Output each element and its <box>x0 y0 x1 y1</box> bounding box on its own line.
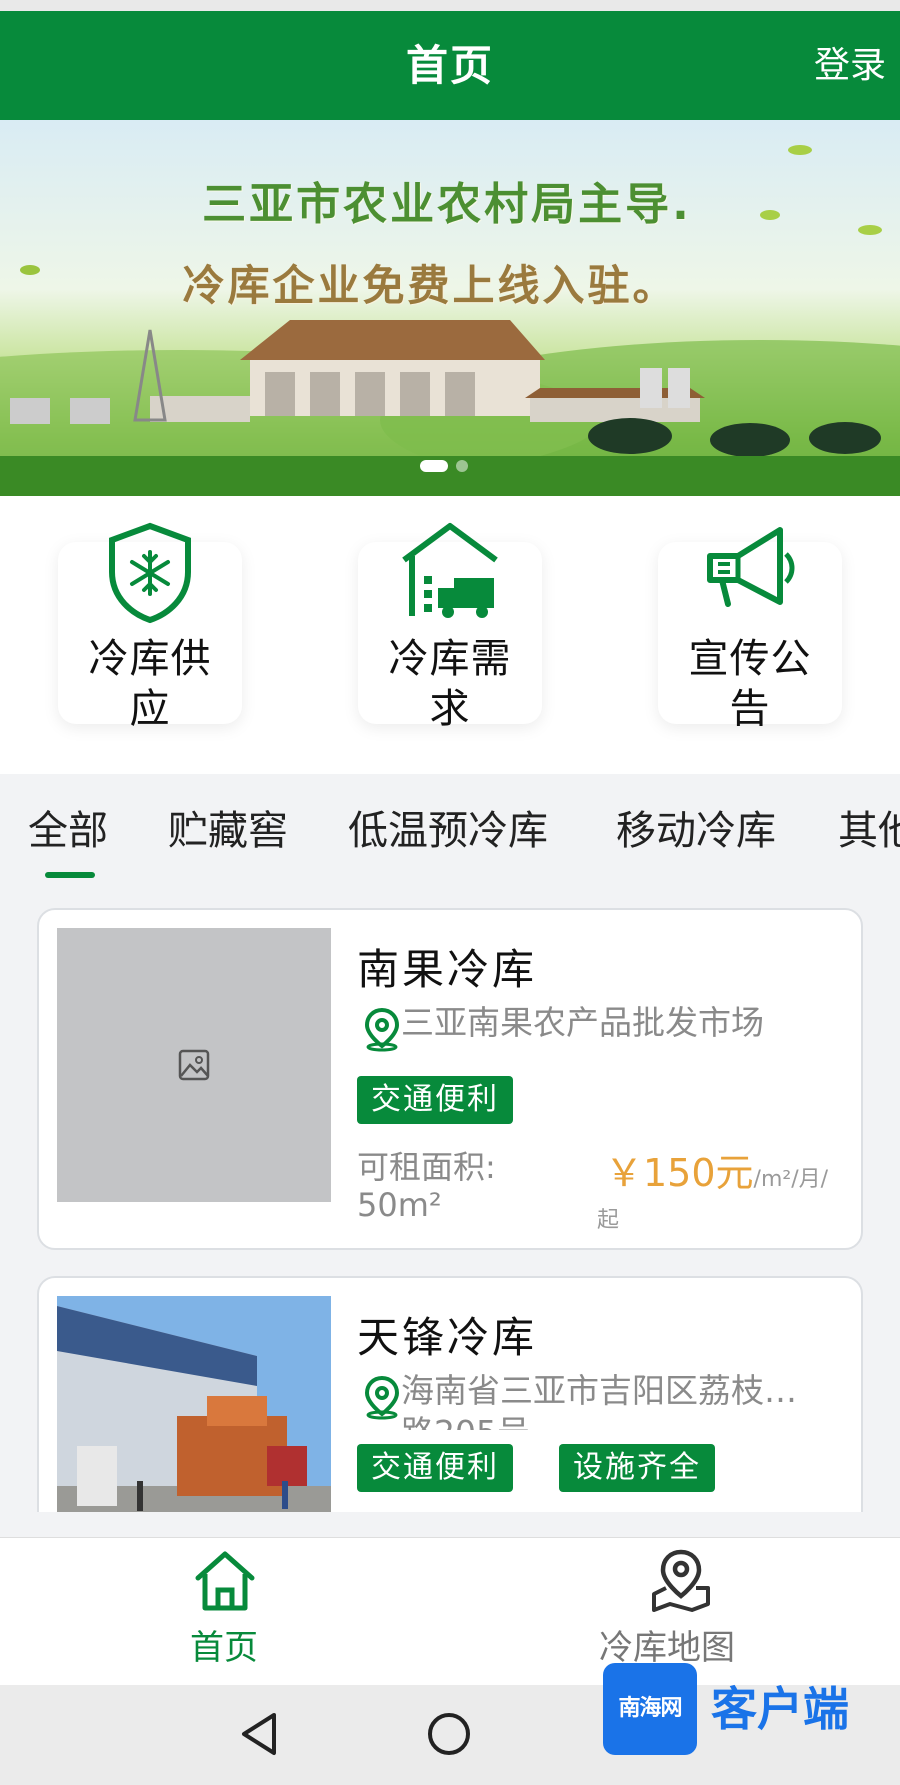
price-suffix: 起 <box>597 1208 620 1233</box>
listing-list: 南果冷库 三亚南果农产品批发市场 交通便利 可租面积: 50m² ￥150元/m… <box>0 884 900 1512</box>
feature-tag: 交通便利 <box>357 1444 513 1492</box>
quick-action-label: 冷库供应 <box>88 636 212 732</box>
feature-tag: 交通便利 <box>357 1076 513 1124</box>
banner-headline: 三亚市农业农村局主导. <box>202 179 692 230</box>
listing-name: 天锋冷库 <box>357 1313 538 1362</box>
cold-storage-demand-button[interactable]: 冷库需求 <box>358 523 542 732</box>
carousel-indicator <box>420 460 468 472</box>
area-value: 50m² <box>357 1186 442 1224</box>
quick-actions: 冷库供应 冷库需求 宣传公告 <box>0 496 900 774</box>
cold-storage-supply-button[interactable]: 冷库供应 <box>58 522 242 732</box>
nav-label: 首页 <box>190 1628 258 1668</box>
watermark-text: 客户端 <box>711 1682 849 1736</box>
address-line-1: 海南省三亚市吉阳区荔枝… <box>401 1371 797 1410</box>
tab-mobile[interactable]: 移动冷库 <box>616 798 776 856</box>
snowflake-shield-icon <box>109 522 191 624</box>
announcements-button[interactable]: 宣传公告 <box>658 527 842 732</box>
carousel-dot-active[interactable] <box>420 460 448 472</box>
rentable-area: 可租面积: 50m² <box>357 1148 496 1224</box>
carousel-dot[interactable] <box>456 460 468 472</box>
app-screen: 首页 登录 三亚市农业农村局主导. 冷库企业免费上线入驻。 冷库供应 冷库需求 … <box>0 0 900 1785</box>
listing-card[interactable]: 天锋冷库 海南省三亚市吉阳区荔枝… 路205号 交通便利 设施齐全 <box>37 1276 863 1512</box>
price-value: ￥150元 <box>605 1151 754 1195</box>
location-pin-icon <box>364 1375 400 1420</box>
listing-image-placeholder <box>57 928 331 1202</box>
location-pin-icon <box>364 1007 400 1052</box>
home-icon <box>195 1551 255 1611</box>
feature-tag: 设施齐全 <box>559 1444 715 1492</box>
map-pin-icon <box>652 1549 710 1612</box>
tab-other[interactable]: 其他 <box>838 798 900 856</box>
promo-banner[interactable]: 三亚市农业农村局主导. 冷库企业免费上线入驻。 <box>0 120 900 496</box>
listing-address: 三亚南果农产品批发市场 <box>401 1003 764 1042</box>
price-unit: /m²/月/ <box>753 1167 829 1192</box>
watermark-badge: 南海网 <box>603 1663 697 1755</box>
nav-home[interactable]: 首页 <box>0 1538 450 1686</box>
top-header: 首页 登录 <box>0 11 900 120</box>
megaphone-icon <box>707 527 795 607</box>
quick-action-label: 宣传公告 <box>688 636 812 732</box>
home-circle-icon[interactable] <box>428 1713 470 1755</box>
address-line-2: 路205号 <box>401 1412 821 1430</box>
quick-action-label: 冷库需求 <box>388 636 512 732</box>
tab-precooling[interactable]: 低温预冷库 <box>348 798 548 856</box>
page-title: 首页 <box>405 41 494 90</box>
area-label: 可租面积: <box>357 1148 496 1186</box>
category-tabs: 全部 贮藏窖 低温预冷库 移动冷库 其他 <box>0 774 900 884</box>
tab-storage-cellar[interactable]: 贮藏窖 <box>168 798 288 856</box>
status-bar <box>0 0 900 11</box>
login-button[interactable]: 登录 <box>814 11 886 120</box>
listing-photo <box>57 1296 331 1512</box>
listing-address: 海南省三亚市吉阳区荔枝… 路205号 <box>401 1370 821 1430</box>
listing-name: 南果冷库 <box>357 945 538 994</box>
back-icon[interactable] <box>236 1711 282 1757</box>
nav-label: 冷库地图 <box>599 1628 735 1668</box>
active-tab-indicator <box>45 872 95 878</box>
watermark-logo: 南海网 客户端 <box>603 1663 883 1755</box>
warehouse-truck-icon <box>402 523 498 618</box>
banner-subline: 冷库企业免费上线入驻。 <box>182 261 678 310</box>
listing-card[interactable]: 南果冷库 三亚南果农产品批发市场 交通便利 可租面积: 50m² ￥150元/m… <box>37 908 863 1250</box>
tab-all[interactable]: 全部 <box>28 798 108 856</box>
price: ￥150元/m²/月/ <box>605 1142 828 1197</box>
image-placeholder-icon <box>178 1049 210 1081</box>
